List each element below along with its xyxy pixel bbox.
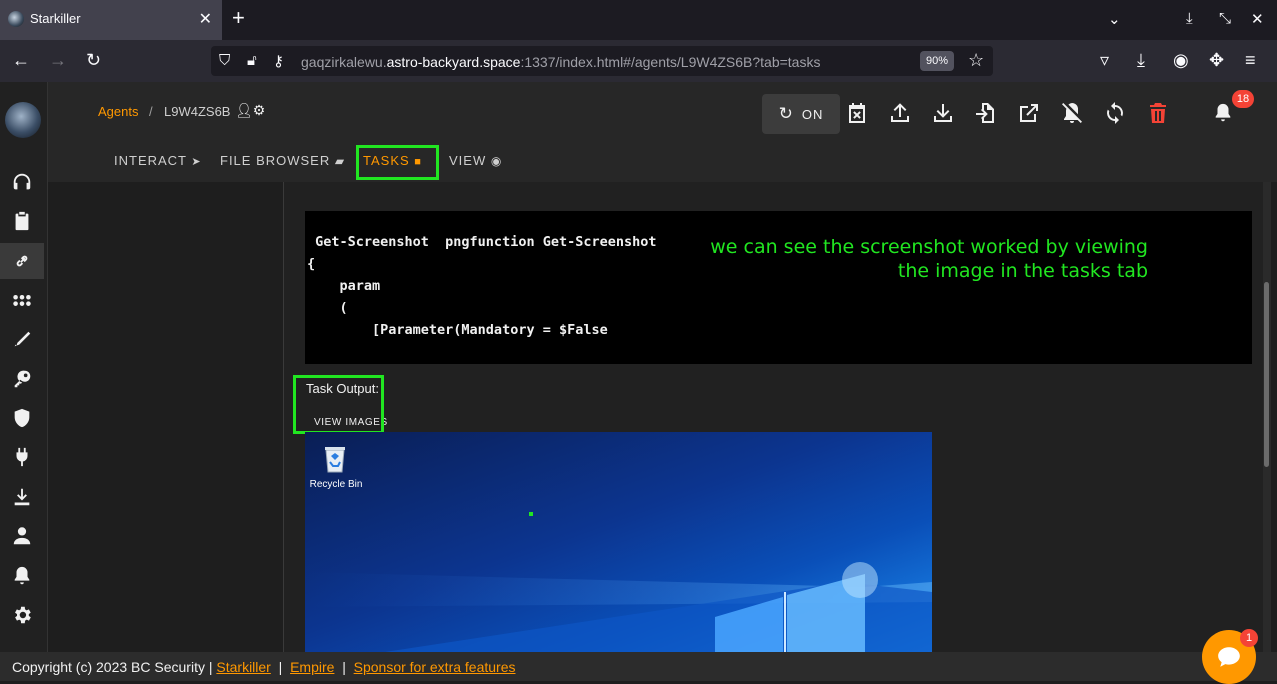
downloads-icon[interactable]: ⤓ bbox=[1137, 50, 1145, 70]
listeners-headset-icon[interactable] bbox=[0, 164, 44, 200]
breadcrumb-separator: / bbox=[149, 104, 153, 119]
app-side-nav bbox=[0, 82, 48, 658]
annotation-note: we can see the screenshot worked by view… bbox=[708, 235, 1148, 283]
pocket-icon[interactable]: ▿ bbox=[1100, 50, 1109, 70]
import-file-icon[interactable] bbox=[973, 100, 999, 126]
breadcrumb-agents-link[interactable]: Agents bbox=[98, 104, 138, 119]
users-person-icon[interactable] bbox=[0, 518, 44, 554]
account-icon[interactable]: ◉ bbox=[1173, 50, 1189, 70]
tab-view[interactable]: VIEW ◉ bbox=[449, 153, 502, 168]
screenshot-image[interactable]: Recycle Bin bbox=[305, 432, 932, 652]
windows-desktop-wallpaper bbox=[305, 512, 932, 652]
browser-tab-title: Starkiller bbox=[30, 11, 81, 26]
empire-link[interactable]: Empire bbox=[290, 659, 334, 675]
user-cog-icon[interactable]: 👤︎⚙ bbox=[235, 102, 265, 119]
refresh-icon: ↻ bbox=[778, 104, 794, 123]
folder-open-icon: ▰ bbox=[334, 154, 346, 168]
shield-icon[interactable]: ⛉ bbox=[219, 52, 230, 69]
footer-separator: | bbox=[342, 659, 346, 675]
recycle-bin-label: Recycle Bin bbox=[309, 479, 363, 490]
notification-count-badge: 18 bbox=[1232, 90, 1254, 108]
chat-unread-badge: 1 bbox=[1240, 629, 1258, 647]
credentials-key-icon[interactable] bbox=[0, 361, 44, 397]
tab-view-label: VIEW bbox=[449, 153, 487, 168]
zoom-level[interactable]: 90% bbox=[920, 51, 954, 71]
delete-trash-icon[interactable] bbox=[1145, 100, 1171, 126]
tab-interact-label: INTERACT bbox=[114, 153, 187, 168]
url-bar[interactable]: ⛉ 🔓︎ ⚷ gaqzirkalewu.astro-backyard.space… bbox=[211, 46, 993, 76]
browser-tab-strip: Starkiller ✕ + ⌄ ⤓ ⤡ ✕ bbox=[0, 0, 1277, 40]
refresh-toggle-label: ON bbox=[801, 106, 824, 122]
url-text[interactable]: gaqzirkalewu.astro-backyard.space:1337/i… bbox=[301, 54, 820, 70]
annotation-line: the image in the tasks tab bbox=[897, 260, 1148, 282]
copyright-text: Copyright (c) 2023 BC Security | bbox=[12, 659, 213, 675]
obfuscation-shield-icon[interactable] bbox=[0, 400, 44, 436]
task-input-code: Get-Screenshot pngfunction Get-Screensho… bbox=[305, 211, 1252, 364]
restore-icon[interactable]: ⤡ bbox=[1219, 10, 1231, 27]
cursor-arrow-icon: ➤ bbox=[191, 156, 202, 168]
browser-tab[interactable]: Starkiller ✕ bbox=[0, 0, 222, 40]
lock-icon[interactable]: 🔓︎ bbox=[247, 52, 257, 69]
app-footer: Copyright (c) 2023 BC Security | Starkil… bbox=[0, 652, 1277, 681]
tasks-content: Get-Screenshot pngfunction Get-Screensho… bbox=[48, 182, 1277, 652]
annotation-line: we can see the screenshot worked by view… bbox=[710, 236, 1148, 258]
tab-file-browser-label: FILE BROWSER bbox=[220, 153, 331, 168]
code-line: ( bbox=[307, 300, 348, 316]
notifications-bell-icon[interactable] bbox=[1212, 102, 1234, 129]
menu-hamburger-icon[interactable]: ≡ bbox=[1245, 50, 1256, 70]
tab-list-chevron-icon[interactable]: ⌄ bbox=[1108, 10, 1121, 28]
eye-icon: ◉ bbox=[490, 154, 503, 168]
chat-bubble-icon bbox=[1218, 647, 1240, 667]
close-window-icon[interactable]: ✕ bbox=[1251, 10, 1264, 28]
tasks-tab-highlight-box bbox=[356, 145, 439, 180]
kill-date-calendar-icon[interactable] bbox=[844, 100, 870, 126]
forward-arrow-icon[interactable]: → bbox=[49, 50, 67, 70]
sponsor-link[interactable]: Sponsor for extra features bbox=[354, 659, 516, 675]
code-line: [Parameter(Mandatory = $False bbox=[307, 322, 608, 338]
starkiller-link[interactable]: Starkiller bbox=[216, 659, 270, 675]
task-list-panel bbox=[60, 182, 284, 652]
key-icon[interactable]: ⚷ bbox=[273, 52, 284, 70]
breadcrumb-agent-id: L9W4ZS6B bbox=[164, 104, 231, 119]
notifications-bell-icon[interactable] bbox=[0, 558, 44, 594]
starkiller-favicon-icon bbox=[8, 11, 24, 27]
task-output-highlight-box bbox=[293, 375, 384, 434]
code-line: Get-Screenshot pngfunction Get-Screensho… bbox=[307, 234, 657, 250]
close-tab-icon[interactable]: ✕ bbox=[199, 9, 212, 29]
malleable-brush-icon[interactable] bbox=[0, 322, 44, 358]
extensions-icon[interactable]: ✥ bbox=[1209, 50, 1224, 70]
reload-icon[interactable]: ↻ bbox=[86, 50, 101, 70]
starkiller-logo[interactable] bbox=[5, 102, 41, 138]
new-tab-icon[interactable]: + bbox=[232, 7, 245, 29]
bookmark-star-icon[interactable]: ☆ bbox=[968, 50, 984, 71]
code-line: param bbox=[307, 278, 381, 294]
refresh-toggle-button[interactable]: ↻ ON bbox=[762, 94, 840, 134]
scrollbar-thumb[interactable] bbox=[1264, 282, 1269, 467]
agents-link-icon[interactable] bbox=[0, 243, 44, 279]
upload-icon[interactable] bbox=[887, 100, 913, 126]
sync-icon[interactable] bbox=[1102, 100, 1128, 126]
download-icon[interactable] bbox=[930, 100, 956, 126]
code-line: { bbox=[307, 256, 316, 272]
back-arrow-icon[interactable]: ← bbox=[12, 50, 30, 70]
settings-gear-icon[interactable] bbox=[0, 597, 44, 633]
footer-separator: | bbox=[278, 659, 283, 675]
mute-notifications-icon[interactable] bbox=[1059, 100, 1085, 126]
stagers-clipboard-icon[interactable] bbox=[0, 203, 44, 239]
agent-header: Agents / L9W4ZS6B 👤︎⚙ ↻ ON 18 INTERACT ➤… bbox=[48, 82, 1277, 182]
open-external-icon[interactable] bbox=[1016, 100, 1042, 126]
modules-grid-icon[interactable] bbox=[0, 282, 44, 318]
minimize-icon[interactable]: ⤓ bbox=[1186, 10, 1193, 27]
recycle-bin-icon[interactable] bbox=[319, 442, 351, 474]
plugins-plug-icon[interactable] bbox=[0, 439, 44, 475]
tab-interact[interactable]: INTERACT ➤ bbox=[114, 153, 202, 168]
tab-file-browser[interactable]: FILE BROWSER ▰ bbox=[220, 153, 345, 168]
downloads-icon[interactable] bbox=[0, 479, 44, 515]
